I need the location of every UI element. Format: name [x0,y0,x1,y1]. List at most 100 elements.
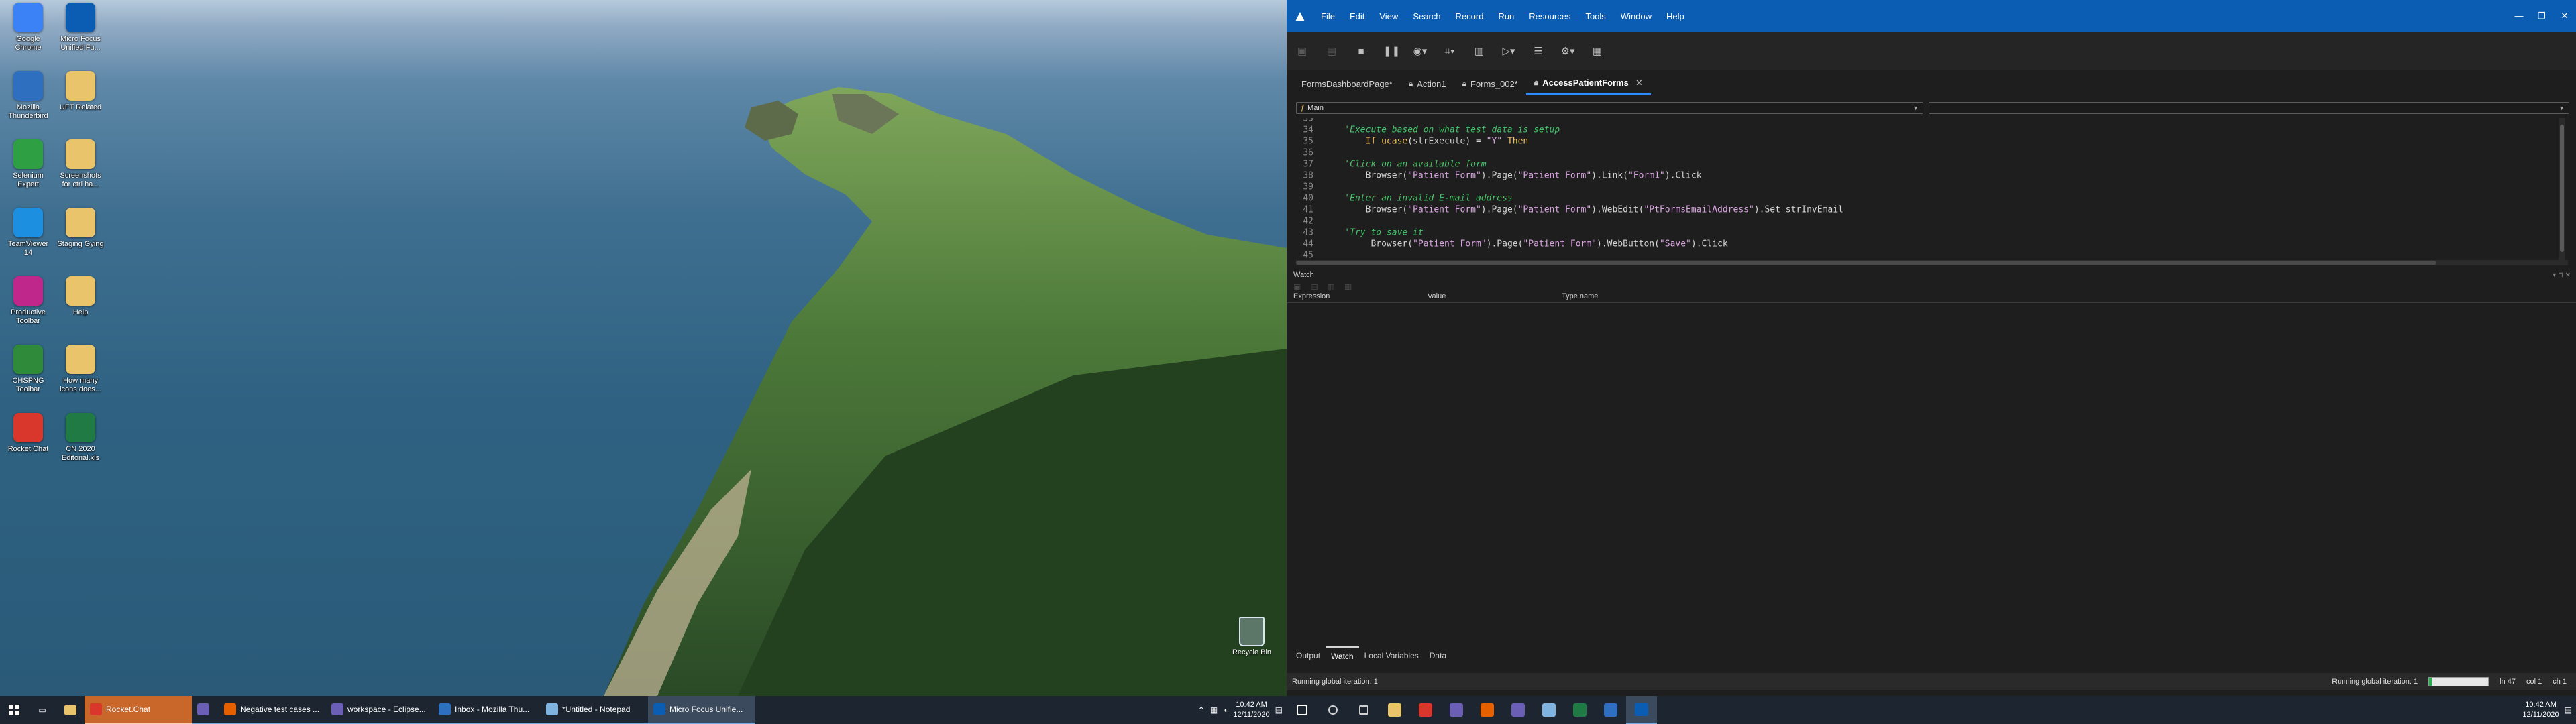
scope-dropdown-left[interactable]: ƒ Main ▼ [1296,102,1923,114]
clock[interactable]: 10:42 AM 12/11/2020 [2522,700,2559,720]
chevron-up-icon[interactable]: ⌃ [1198,705,1205,715]
bottom-tab-local-variables[interactable]: Local Variables [1359,646,1424,665]
notepad-taskbar-button[interactable] [1534,696,1564,724]
menu-item-window[interactable]: Window [1613,11,1659,21]
record-dropdown-icon[interactable]: ◉▾ [1413,45,1428,57]
code-text: Browser("Patient Form").Page("Patient Fo… [1324,239,1727,249]
desktop-icon[interactable]: Google Chrome [4,3,52,71]
desktop-icon[interactable]: Productive Toolbar [4,276,52,345]
menu-item-edit[interactable]: Edit [1342,11,1372,21]
scope-dropdown-right[interactable]: ▼ [1929,102,2569,114]
menu-item-view[interactable]: View [1372,11,1405,21]
close-tab-icon[interactable]: ✕ [1635,78,1643,88]
taskbar-apps: Rocket.Chat Negative test cases ... worksp… [85,696,755,724]
scroll-thumb[interactable] [1296,261,2436,265]
document-tab[interactable]: 🔒︎ AccessPatientForms ✕ [1525,72,1651,95]
taskview-button[interactable]: ▭ [28,696,56,724]
menu-item-file[interactable]: File [1313,11,1342,21]
desktop-icon[interactable]: How many icons does... [56,345,105,413]
document-icon [66,345,95,374]
taskbar-app-button[interactable]: *Untitled - Notepad [541,696,648,724]
desktop-icon[interactable]: CN 2020 Editorial.xls [56,413,105,481]
start-button[interactable] [0,696,28,724]
taskview-taskbar-button[interactable] [1348,696,1379,724]
rocketchat-taskbar-button[interactable] [1410,696,1441,724]
start-taskbar-button[interactable] [1287,696,1318,724]
watch-list[interactable] [1287,303,2576,642]
code-editor[interactable]: 33 34 'Execute based on what test data i… [1287,118,2565,261]
taskbar-app-button[interactable]: Inbox - Mozilla Thu... [433,696,541,724]
taskbar-app-button[interactable]: Micro Focus Unifie... [648,696,755,724]
menu-item-run[interactable]: Run [1491,11,1521,21]
file-explorer-button[interactable] [56,696,85,724]
stop-icon[interactable]: ■ [1354,46,1368,57]
search-taskbar-button[interactable] [1318,696,1348,724]
recycle-bin[interactable]: Recycle Bin [1228,617,1276,656]
function-icon: ƒ [1301,104,1305,112]
desktop-icon[interactable]: UFT Related [56,71,105,139]
volume-icon[interactable]: ◖ [1223,705,1228,715]
eclipse-taskbar-button[interactable] [1503,696,1534,724]
list-icon[interactable]: ☰ [1531,45,1546,57]
clock[interactable]: 10:42 AM 12/11/2020 [1233,700,1269,720]
scroll-thumb[interactable] [2560,125,2564,252]
network-icon[interactable]: ▦ [1210,705,1218,715]
excel-taskbar-button[interactable] [1564,696,1595,724]
code-lines: 33 34 'Execute based on what test data i… [1287,118,2555,261]
firefox-taskbar-button[interactable] [1472,696,1503,724]
close-icon[interactable]: ✕ [2553,11,2576,21]
bottom-tab-output[interactable]: Output [1291,646,1326,665]
desktop-icon[interactable]: CHSPNG Toolbar [4,345,52,413]
bottom-tab-watch[interactable]: Watch [1326,646,1359,665]
save-all-icon[interactable]: ▤ [1324,45,1339,57]
step-dropdown-icon[interactable]: ▷▾ [1501,45,1516,57]
taskbar-app-button[interactable] [192,696,219,724]
desktop-icon[interactable]: Rocket.Chat [4,413,52,481]
desktop-icon[interactable]: TeamViewer 14 [4,208,52,276]
object-repository-icon[interactable]: ▦ [1590,45,1605,57]
column-type-name[interactable]: Type name [1555,292,1756,300]
desktop-icon[interactable]: Help [56,276,105,345]
menu-item-search[interactable]: Search [1405,11,1448,21]
desktop-icon[interactable]: Micro Focus Unified Fu... [56,3,105,71]
column-value[interactable]: Value [1421,292,1555,300]
menu-item-help[interactable]: Help [1659,11,1692,21]
code-line: 41 Browser("Patient Form").Page("Patient… [1287,204,2555,215]
editor-horizontal-scrollbar[interactable] [1296,260,2568,265]
editor-vertical-scrollbar[interactable] [2559,118,2565,261]
pane-options-icon[interactable]: ▾ ⊓ ✕ [2553,272,2576,279]
document-tab[interactable]: 🔒︎ Forms_002* [1454,72,1526,95]
desktop-icon[interactable]: Staging Gying [56,208,105,276]
taskbar-app-button[interactable]: Rocket.Chat [85,696,192,724]
menu-item-tools[interactable]: Tools [1578,11,1613,21]
thunderbird-taskbar-button[interactable] [1595,696,1626,724]
menu-item-record[interactable]: Record [1448,11,1491,21]
bottom-tab-data[interactable]: Data [1424,646,1452,665]
file-explorer-taskbar-button[interactable] [1379,696,1410,724]
minimize-icon[interactable]: — [2508,11,2530,21]
taskbar-app-label: *Untitled - Notepad [562,705,631,714]
desktop-icon[interactable]: Screenshots for ctrl ha... [56,139,105,208]
taskbar-app-button[interactable]: workspace - Eclipse... [326,696,433,724]
status-char: ch 1 [2553,678,2567,686]
document-tab[interactable]: 🔒︎ Action1 [1401,72,1454,95]
taskbar-app-button[interactable]: Negative test cases ... [219,696,326,724]
eclipse-taskbar-button[interactable] [1441,696,1472,724]
notifications-icon[interactable]: ▤ [2565,705,2572,715]
notifications-icon[interactable]: ▤ [1275,705,1283,715]
uft-taskbar-button[interactable] [1626,696,1657,724]
document-tab[interactable]: FormsDashboardPage* [1293,72,1401,95]
menu-item-resources[interactable]: Resources [1521,11,1578,21]
pause-icon[interactable]: ❚❚ [1383,45,1400,57]
desktop-icon[interactable]: Selenium Expert [4,139,52,208]
save-icon[interactable]: ▣ [1295,45,1309,57]
column-expression[interactable]: Expression [1287,292,1421,300]
code-text: 'Enter an invalid E-mail address [1324,193,1512,203]
spy-dropdown-icon[interactable]: ⌗▾ [1442,46,1457,57]
delete-icon[interactable]: ▥ [1472,45,1487,57]
desktop-icon-label: Selenium Expert [13,172,44,188]
settings-icon[interactable]: ⚙▾ [1560,45,1575,57]
desktop-icon[interactable]: Mozilla Thunderbird [4,71,52,139]
windows-logo-icon [9,705,19,715]
restore-icon[interactable]: ❐ [2530,11,2553,21]
